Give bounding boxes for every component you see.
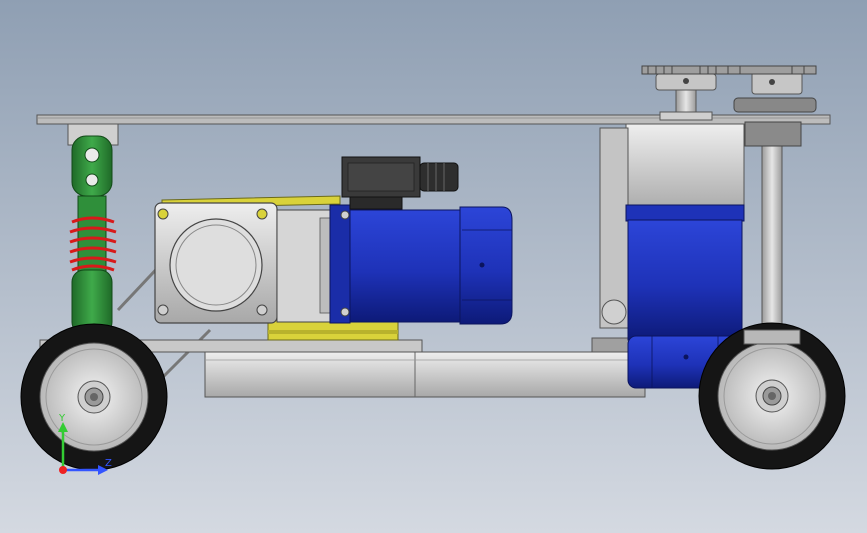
drive-motor-body xyxy=(349,209,463,323)
gearbox-bolt-bl xyxy=(157,304,169,316)
right-bearing-block xyxy=(744,121,802,147)
triad-z-label: Z xyxy=(105,458,112,469)
drive-motor-flange xyxy=(329,204,351,324)
motor-terminal-base xyxy=(349,196,403,210)
triad-y-label: Y xyxy=(58,413,66,424)
front-wheel xyxy=(20,323,168,471)
cable-gland xyxy=(419,162,459,192)
steering-gearhead xyxy=(625,123,745,215)
gearbox-bolt-tr xyxy=(256,208,268,220)
right-sprocket-hub xyxy=(751,71,803,95)
rear-wheel-fork xyxy=(743,329,801,345)
right-sprocket xyxy=(715,65,817,75)
steering-gearhead-collar xyxy=(599,127,629,329)
right-pulley xyxy=(733,97,817,113)
robot-chassis-side-view: Y Z xyxy=(0,0,867,533)
steering-motor-body xyxy=(627,219,743,341)
rear-wheel xyxy=(698,322,846,470)
drive-motor-endcap xyxy=(459,206,513,325)
damper-rod xyxy=(77,195,107,277)
lower-chassis-rail xyxy=(204,351,646,398)
gearbox-bolt-br xyxy=(256,304,268,316)
gearbox-bolt-tl xyxy=(157,208,169,220)
rear-vertical-shaft xyxy=(761,145,783,333)
steering-motor-flange xyxy=(625,204,745,222)
damper-upper-eye xyxy=(71,135,113,197)
gearbox-output-cover xyxy=(169,218,263,312)
cad-viewport[interactable]: Y Z xyxy=(0,0,867,533)
